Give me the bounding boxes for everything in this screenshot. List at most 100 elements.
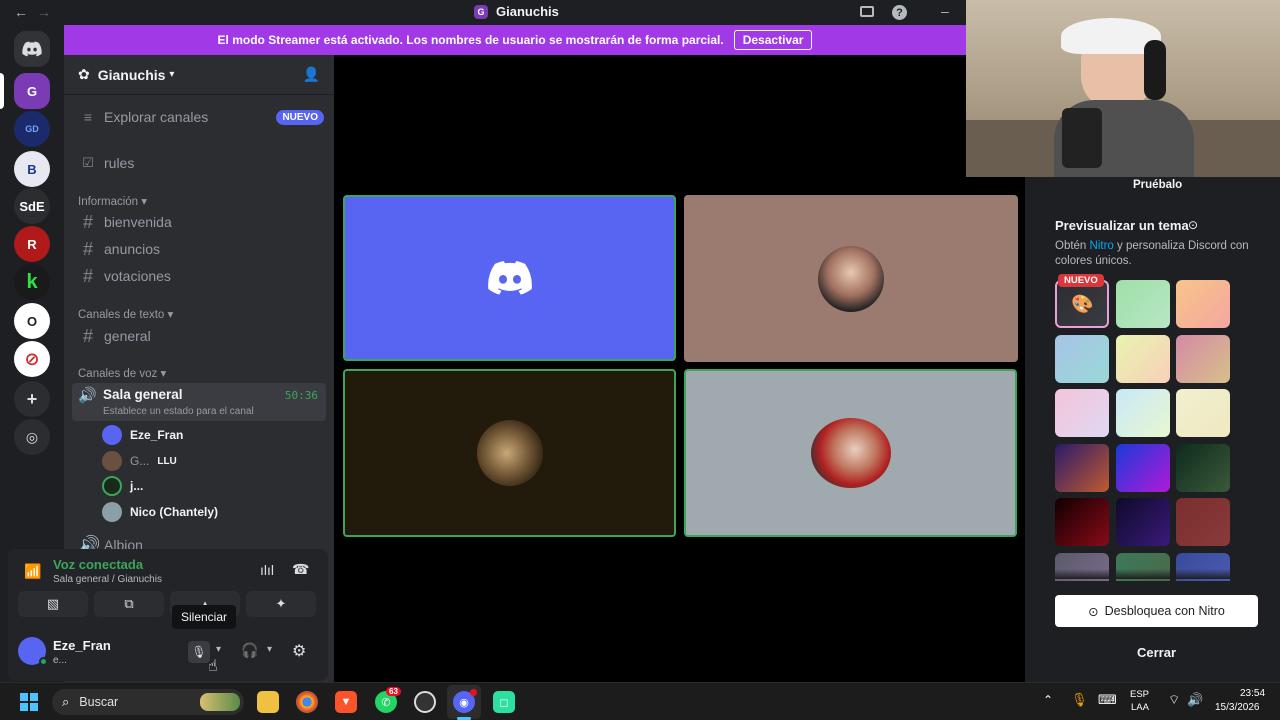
voice-channel-sala-general[interactable]: 🔊 Sala general 50:36 Establece un estado… bbox=[72, 383, 326, 421]
streamer-mode-banner: El modo Streamer está activado. Los nomb… bbox=[64, 25, 966, 55]
theme-swatch[interactable] bbox=[1176, 335, 1230, 383]
volume-icon[interactable]: 🔊 bbox=[1187, 692, 1203, 708]
help-icon[interactable]: ? bbox=[892, 5, 907, 20]
server-icon-bird[interactable]: B bbox=[14, 151, 50, 187]
video-tile-g[interactable] bbox=[684, 195, 1018, 362]
soundboard-icon: ✦ bbox=[275, 596, 287, 611]
channel-bienvenida[interactable]: # bienvenida bbox=[72, 209, 324, 235]
mute-microphone-button[interactable]: 🎙 bbox=[188, 641, 210, 663]
avatar bbox=[476, 420, 543, 486]
back-icon[interactable]: ← bbox=[14, 4, 28, 20]
user-name[interactable]: Eze_Fran bbox=[53, 638, 111, 653]
clock-time[interactable]: 23:54 bbox=[1240, 688, 1265, 699]
headphones-icon[interactable]: 🎧 bbox=[241, 642, 258, 659]
voice-channel-name: Sala general bbox=[103, 387, 183, 402]
inbox-icon[interactable] bbox=[860, 6, 874, 17]
server-icon-kick[interactable]: k bbox=[14, 264, 50, 300]
disable-streamer-button[interactable]: Desactivar bbox=[733, 30, 813, 50]
mic-options-chevron-icon[interactable]: ▾ bbox=[216, 644, 221, 655]
theme-swatch[interactable] bbox=[1116, 280, 1170, 328]
explore-channels[interactable]: ≡ Explorar canales NUEVO bbox=[72, 104, 324, 130]
nitro-link[interactable]: Nitro bbox=[1090, 240, 1114, 252]
member-nico[interactable]: Nico (Chantely) bbox=[102, 502, 218, 522]
add-server-icon[interactable]: + bbox=[14, 381, 50, 417]
search-placeholder: Buscar bbox=[79, 695, 119, 709]
forward-icon[interactable]: → bbox=[37, 4, 51, 20]
channel-anuncios[interactable]: # anuncios bbox=[72, 236, 324, 262]
server-header[interactable]: ✿ Gianuchis ▾ 👤 bbox=[64, 55, 334, 95]
channel-status-hint[interactable]: Establece un estado para el canal bbox=[103, 406, 254, 417]
theme-swatch[interactable] bbox=[1116, 335, 1170, 383]
home-discord-icon[interactable] bbox=[14, 31, 50, 67]
voice-timer: 50:36 bbox=[284, 389, 318, 402]
video-tile-nico[interactable] bbox=[684, 369, 1017, 537]
noise-suppression-icon[interactable]: ılıl bbox=[260, 562, 274, 578]
file-explorer-icon[interactable] bbox=[257, 691, 279, 713]
microphone bbox=[1062, 108, 1102, 168]
screen-share-button[interactable]: ⧉ bbox=[94, 591, 164, 617]
video-tile-j[interactable] bbox=[343, 369, 676, 537]
voice-status[interactable]: Voz conectada bbox=[53, 557, 143, 572]
soundboard-button[interactable]: ✦ bbox=[246, 591, 316, 617]
theme-swatch[interactable] bbox=[1055, 389, 1109, 437]
channel-rules[interactable]: ☑ rules bbox=[72, 150, 324, 176]
microphone-tray-icon[interactable]: 🎙 bbox=[1071, 692, 1088, 708]
theme-swatch[interactable] bbox=[1176, 498, 1230, 546]
theme-swatch[interactable] bbox=[1055, 335, 1109, 383]
voice-location[interactable]: Sala general / Gianuchis bbox=[53, 574, 162, 585]
theme-swatch[interactable] bbox=[1116, 498, 1170, 546]
theme-swatch[interactable] bbox=[1055, 444, 1109, 492]
member-g[interactable]: G... LLU bbox=[102, 451, 177, 471]
server-icon-sde[interactable]: SdE bbox=[14, 188, 50, 224]
language-bottom[interactable]: LAA bbox=[1131, 702, 1149, 713]
chrome-icon[interactable] bbox=[296, 691, 318, 713]
server-icon-gd[interactable]: GD bbox=[14, 111, 50, 147]
member-j[interactable]: j... bbox=[102, 476, 143, 496]
language-top[interactable]: ESP bbox=[1130, 689, 1149, 700]
minimize-icon[interactable]: – bbox=[941, 3, 949, 19]
unlock-nitro-button[interactable]: ⊙ Desbloquea con Nitro bbox=[1055, 595, 1258, 627]
try-it-label[interactable]: Pruébalo bbox=[1133, 179, 1182, 191]
window-title: Gianuchis bbox=[496, 4, 559, 19]
invite-people-icon[interactable]: 👤 bbox=[303, 66, 320, 83]
server-icon-red[interactable]: R bbox=[14, 226, 50, 262]
app-icon[interactable]: ◻ bbox=[493, 691, 515, 713]
user-settings-gear-icon[interactable]: ⚙ bbox=[292, 641, 306, 661]
search-highlight-image bbox=[200, 693, 240, 711]
list-icon: ≡ bbox=[83, 109, 93, 125]
category-text[interactable]: Canales de texto ▾ bbox=[78, 307, 173, 321]
clock-date[interactable]: 15/3/2026 bbox=[1215, 702, 1260, 713]
theme-swatch[interactable] bbox=[1176, 389, 1230, 437]
server-mini-icon: G bbox=[474, 4, 488, 19]
chevron-up-icon[interactable]: ⌃ bbox=[1043, 693, 1053, 707]
obs-icon[interactable] bbox=[414, 691, 436, 713]
channel-votaciones[interactable]: # votaciones bbox=[72, 263, 324, 289]
member-eze-fran[interactable]: Eze_Fran bbox=[102, 425, 183, 445]
server-icon-gianuchis[interactable]: G bbox=[14, 73, 50, 109]
windows-start-icon[interactable] bbox=[18, 691, 40, 713]
theme-swatch[interactable] bbox=[1116, 389, 1170, 437]
theme-swatch[interactable] bbox=[1176, 280, 1230, 328]
brave-icon[interactable]: ▼ bbox=[335, 691, 357, 713]
disconnect-icon[interactable]: ☎ bbox=[292, 561, 309, 578]
category-voice[interactable]: Canales de voz ▾ bbox=[78, 366, 166, 380]
audio-options-chevron-icon[interactable]: ▾ bbox=[267, 644, 272, 655]
video-tile-eze-fran[interactable] bbox=[343, 195, 676, 361]
server-icon-forbidden[interactable]: ⊘ bbox=[14, 341, 50, 377]
avatar bbox=[102, 502, 122, 522]
channel-general[interactable]: # general bbox=[72, 323, 324, 349]
category-info[interactable]: Información ▾ bbox=[78, 194, 147, 208]
camera-button[interactable]: ▧ bbox=[18, 591, 88, 617]
taskbar-search[interactable]: ⌕ Buscar bbox=[52, 689, 244, 715]
close-button[interactable]: Cerrar bbox=[1055, 637, 1258, 667]
wifi-icon[interactable]: ⌔ bbox=[1168, 692, 1180, 708]
theme-swatch[interactable] bbox=[1176, 444, 1230, 492]
discover-icon[interactable]: ◎ bbox=[14, 419, 50, 455]
keyboard-icon[interactable]: ⌨ bbox=[1098, 692, 1117, 708]
connection-signal-icon[interactable]: 📶 bbox=[24, 563, 41, 580]
server-icon-circle[interactable]: O bbox=[14, 303, 50, 339]
preview-theme-heading: Previsualizar un tema bbox=[1055, 218, 1189, 233]
avatar bbox=[810, 418, 891, 488]
theme-swatch[interactable] bbox=[1116, 444, 1170, 492]
theme-swatch[interactable] bbox=[1055, 498, 1109, 546]
